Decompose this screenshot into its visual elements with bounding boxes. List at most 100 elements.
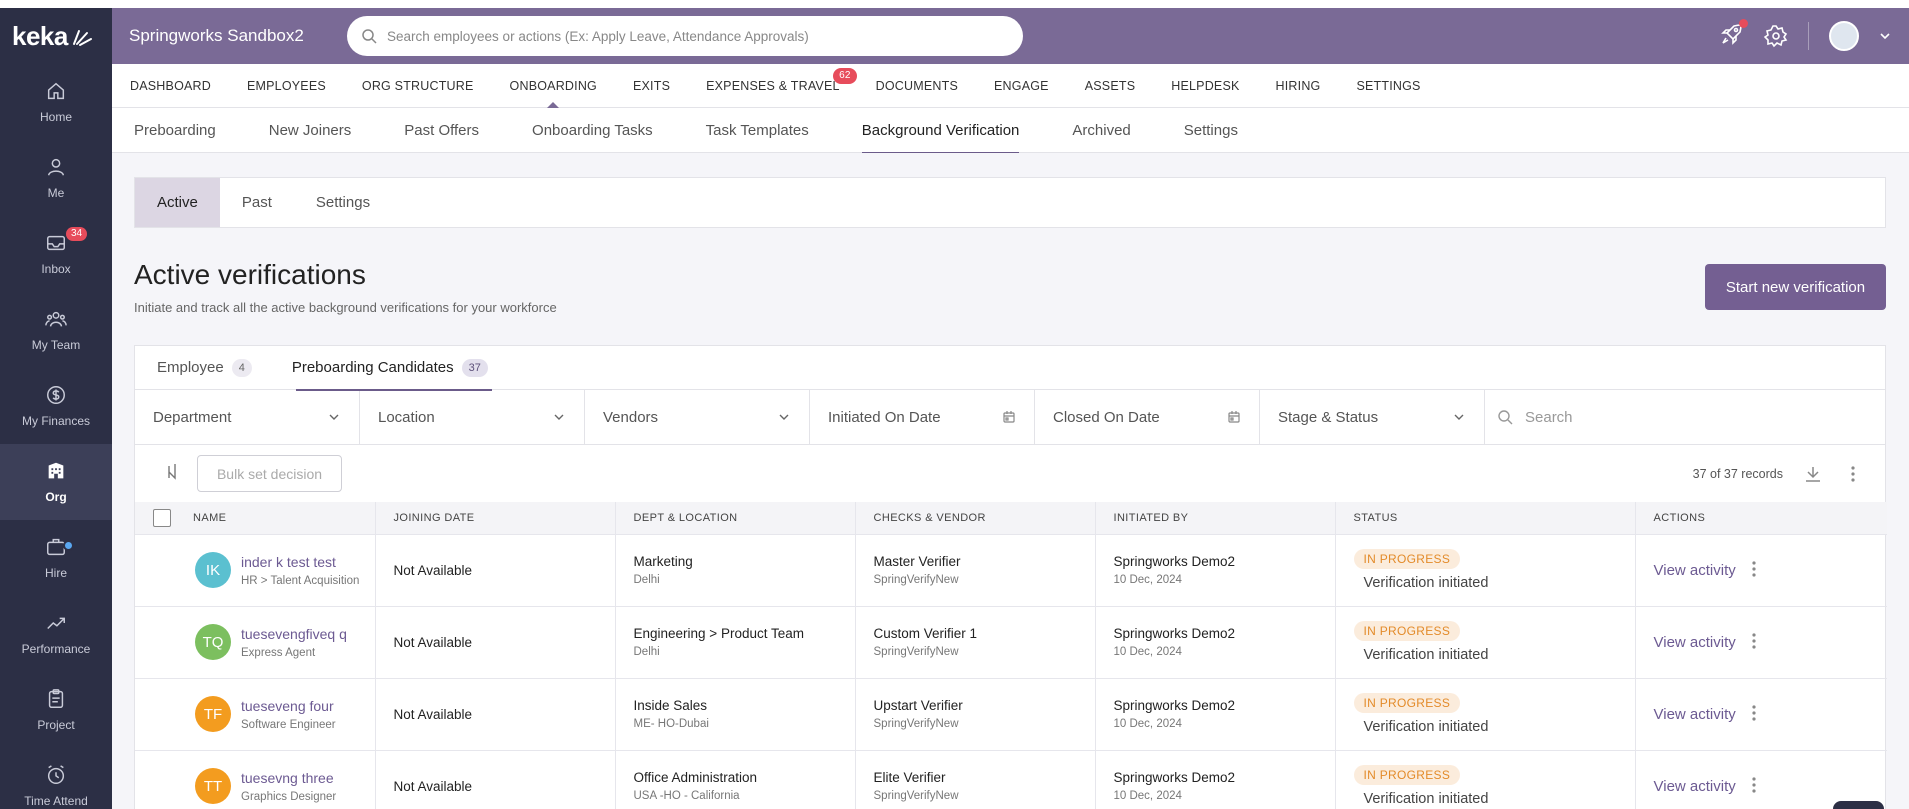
check-name: Elite Verifier <box>873 770 946 786</box>
department: Marketing <box>633 554 693 569</box>
initiated-by-column-header: INITIATED BY <box>1095 502 1336 534</box>
tab-past[interactable]: Past <box>220 178 294 227</box>
table-row[interactable]: IK inder k test test HR > Talent Acquisi… <box>135 533 1887 606</box>
tab-preboarding[interactable]: Preboarding <box>134 108 216 153</box>
chevron-down-icon[interactable] <box>1879 30 1891 42</box>
tab-active[interactable]: Active <box>135 178 220 227</box>
department-filter[interactable]: Department <box>135 390 360 444</box>
bulk-set-decision-button[interactable]: Bulk set decision <box>197 455 342 492</box>
tab-employee[interactable]: Employee 4 <box>157 346 252 390</box>
sidebar-item-home[interactable]: Home <box>0 64 112 140</box>
sidebar-item-my-team[interactable]: My Team <box>0 292 112 368</box>
department: Office Administration <box>633 770 758 786</box>
initiated-by-cell: Springworks Demo2 10 Dec, 2024 <box>1095 533 1336 606</box>
tab-task-templates[interactable]: Task Templates <box>706 108 809 153</box>
module-documents[interactable]: DOCUMENTS <box>876 64 958 108</box>
more-options-icon[interactable] <box>1843 464 1863 484</box>
candidate-name-link[interactable]: tueseveng four <box>241 698 336 714</box>
status-cell: IN PROGRESS Verification initiated <box>1335 677 1636 750</box>
candidate-name-link[interactable]: inder k test test <box>241 554 359 570</box>
sidebar-item-label: Inbox <box>41 262 71 276</box>
tab-past-offers[interactable]: Past Offers <box>404 108 479 153</box>
name-column-header[interactable]: NAME <box>135 502 376 534</box>
sidebar-item-me[interactable]: Me <box>0 140 112 216</box>
gear-icon[interactable] <box>1764 24 1788 48</box>
expenses-count-badge: 62 <box>833 67 857 84</box>
closed-on-date-filter[interactable]: Closed On Date <box>1035 390 1260 444</box>
row-more-options[interactable] <box>1752 632 1756 652</box>
status-text: Verification initiated <box>1363 647 1489 663</box>
inbox-count-badge: 34 <box>66 227 88 241</box>
module-employees[interactable]: EMPLOYEES <box>247 64 326 108</box>
tab-background-verification[interactable]: Background Verification <box>861 108 1019 154</box>
sidebar-item-my-finances[interactable]: My Finances <box>0 368 112 444</box>
sort-button[interactable] <box>163 462 181 485</box>
team-icon <box>45 311 67 327</box>
module-assets[interactable]: ASSETS <box>1085 64 1136 108</box>
status-cell: IN PROGRESS Verification initiated <box>1335 605 1636 678</box>
module-hiring[interactable]: HIRING <box>1276 64 1321 108</box>
sidebar-item-hire[interactable]: Hire <box>0 520 112 596</box>
sidebar-item-label: Org <box>45 490 67 504</box>
start-new-verification-button[interactable]: Start new verification <box>1705 264 1886 310</box>
logo-text: keka <box>12 20 68 51</box>
row-actions: View activity <box>1654 632 1888 652</box>
candidate-name-link[interactable]: tuesevengfiveq q <box>241 626 347 642</box>
row-more-options[interactable] <box>1752 704 1756 724</box>
global-search-input[interactable]: Search employees or actions (Ex: Apply L… <box>347 16 1023 56</box>
view-activity-link[interactable]: View activity <box>1654 778 1736 795</box>
table-row[interactable]: TQ tuesevengfiveq q Express Agent Not Av… <box>135 605 1888 678</box>
sidebar-item-project[interactable]: Project <box>0 672 112 748</box>
sidebar-item-org[interactable]: Org <box>0 444 112 520</box>
view-activity-link[interactable]: View activity <box>1654 562 1736 579</box>
avatar[interactable] <box>1829 21 1859 51</box>
tab-archived[interactable]: Archived <box>1072 108 1130 153</box>
table-row[interactable]: TT tuesevng three Graphics Designer Not … <box>135 749 1887 809</box>
tab-preboarding-candidates[interactable]: Preboarding Candidates 37 <box>292 346 492 391</box>
initiated-by: Springworks Demo2 <box>1113 770 1236 786</box>
org-name[interactable]: Springworks Sandbox2 <box>112 26 347 46</box>
row-more-options[interactable] <box>1752 560 1756 580</box>
module-exits[interactable]: EXITS <box>633 64 670 108</box>
launch-button[interactable] <box>1720 18 1748 51</box>
module-settings[interactable]: SETTINGS <box>1356 64 1420 108</box>
records-summary: 37 of 37 records <box>1693 464 1885 484</box>
module-helpdesk[interactable]: HELPDESK <box>1171 64 1239 108</box>
search-icon <box>1498 410 1513 425</box>
row-more-options[interactable] <box>1752 777 1756 796</box>
vendors-filter[interactable]: Vendors <box>585 390 810 444</box>
module-dashboard[interactable]: DASHBOARD <box>130 64 211 108</box>
tab-verification-settings[interactable]: Settings <box>294 178 392 227</box>
stage-status-filter[interactable]: Stage & Status <box>1260 390 1485 444</box>
initiated-on-date: 10 Dec, 2024 <box>1113 574 1182 586</box>
module-engage[interactable]: ENGAGE <box>994 64 1049 108</box>
table-row[interactable]: TF tueseveng four Software Engineer Not … <box>135 677 1887 750</box>
view-activity-link[interactable]: View activity <box>1654 634 1736 651</box>
tab-onboarding-tasks[interactable]: Onboarding Tasks <box>532 108 653 153</box>
module-expenses-travel[interactable]: EXPENSES & TRAVEL 62 <box>706 64 857 108</box>
sidebar-item-time-attend[interactable]: Time Attend <box>0 748 112 809</box>
initiated-on-date-filter[interactable]: Initiated On Date <box>810 390 1035 444</box>
checks-vendor-cell: Master Verifier SpringVerifyNew <box>855 533 1096 606</box>
joining-date: Not Available <box>393 634 473 650</box>
view-activity-link[interactable]: View activity <box>1654 706 1736 723</box>
table-search-input[interactable]: Search <box>1485 390 1885 444</box>
chat-widget-button[interactable] <box>1833 801 1884 809</box>
kebab-menu-icon <box>1752 560 1756 577</box>
chevron-down-icon <box>554 414 564 420</box>
candidate-name-link[interactable]: tuesevng three <box>241 770 336 786</box>
module-onboarding[interactable]: ONBOARDING <box>510 64 597 108</box>
tab-settings[interactable]: Settings <box>1184 108 1238 153</box>
name-cell: IK inder k test test HR > Talent Acquisi… <box>135 533 376 606</box>
location-filter[interactable]: Location <box>360 390 585 444</box>
download-icon[interactable] <box>1803 464 1823 484</box>
dept-location-cell: Office Administration USA -HO - Californ… <box>615 749 856 809</box>
keka-logo[interactable]: keka <box>0 8 112 64</box>
sidebar-item-performance[interactable]: Performance <box>0 596 112 672</box>
module-org-structure[interactable]: ORG STRUCTURE <box>362 64 474 108</box>
initiated-on-date: 10 Dec, 2024 <box>1113 646 1182 658</box>
tab-new-joiners[interactable]: New Joiners <box>269 108 352 153</box>
sidebar-item-label: Hire <box>44 566 67 580</box>
sidebar-item-inbox[interactable]: Inbox 34 <box>0 216 112 292</box>
select-all-checkbox[interactable] <box>153 508 171 527</box>
